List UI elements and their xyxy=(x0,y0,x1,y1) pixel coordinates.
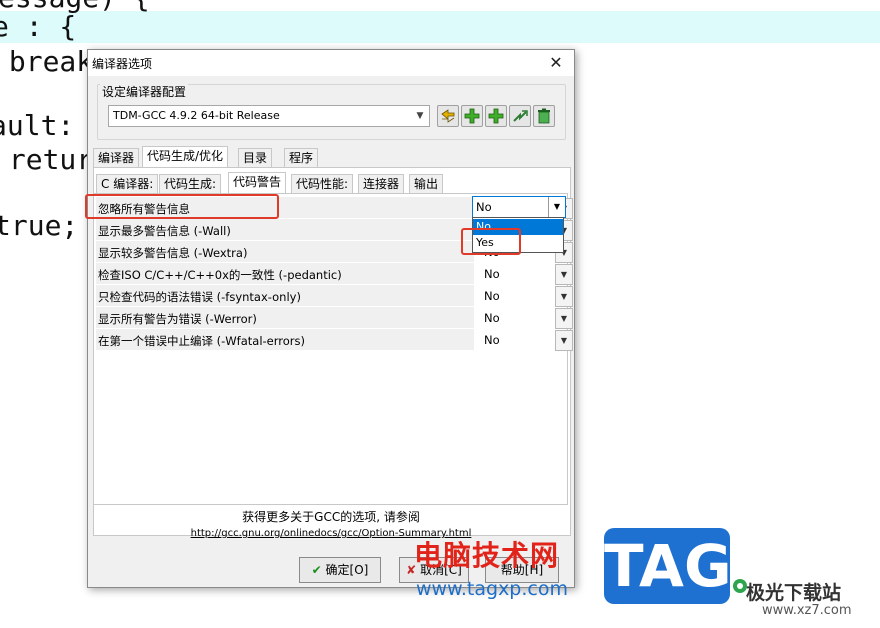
code-line: break xyxy=(0,45,94,78)
code-line: e : { xyxy=(0,10,77,43)
tab-compiler[interactable]: 编译器 xyxy=(93,148,140,168)
add-config-button-2[interactable] xyxy=(485,105,507,127)
subtab-linker[interactable]: 连接器 xyxy=(358,174,405,193)
chevron-down-icon[interactable]: ▼ xyxy=(555,286,573,307)
watermark-url: www.tagxp.com xyxy=(416,578,568,600)
chevron-down-icon[interactable]: ▼ xyxy=(555,308,573,329)
add-icon xyxy=(488,108,504,124)
code-line: true; xyxy=(0,209,79,242)
option-label: 检查ISO C/C++/C++0x的一致性 (-pedantic) xyxy=(98,268,342,282)
option-value[interactable]: No xyxy=(484,333,500,347)
tab-programs[interactable]: 程序 xyxy=(284,148,319,168)
option-value[interactable]: No xyxy=(484,267,500,281)
current-line-highlight xyxy=(0,11,880,43)
code-line: retur xyxy=(0,143,94,176)
subtab-code-warnings[interactable]: 代码警告 xyxy=(228,172,287,193)
compiler-config-select[interactable]: TDM-GCC 4.9.2 64-bit Release ▼ xyxy=(108,105,430,127)
option-value[interactable]: No xyxy=(484,311,500,325)
tab-codegen-optimization[interactable]: 代码生成/优化 xyxy=(142,146,229,168)
ok-button[interactable]: ✔ 确定[O] xyxy=(299,557,381,583)
active-option-value: No xyxy=(476,200,492,214)
chevron-down-icon[interactable]: ▼ xyxy=(548,197,565,217)
annotation-box-yes xyxy=(461,228,521,255)
watermark-cn-title: 电脑技术网 xyxy=(414,539,560,572)
active-option-combo[interactable]: No ▼ xyxy=(472,196,566,218)
config-group-label: 设定编译器配置 xyxy=(100,83,189,100)
code-line: ault: xyxy=(0,109,75,142)
rename-icon xyxy=(441,109,455,123)
option-value[interactable]: No xyxy=(484,289,500,303)
watermark-site-name: 极光下载站 xyxy=(746,582,842,604)
subtab-output[interactable]: 输出 xyxy=(409,174,444,193)
close-button[interactable]: ✕ xyxy=(542,52,570,74)
watermark-site-url: www.xz7.com xyxy=(762,603,852,618)
option-row: 显示所有警告为错误 (-Werror) No ▼ xyxy=(96,307,573,329)
option-label: 显示最多警告信息 (-Wall) xyxy=(98,224,231,238)
subtab-c-compiler[interactable]: C 编译器: xyxy=(96,174,159,193)
compiler-config-value: TDM-GCC 4.9.2 64-bit Release xyxy=(113,109,280,122)
delete-config-button[interactable] xyxy=(533,105,555,127)
subtab-code-generation[interactable]: 代码生成: xyxy=(159,174,222,193)
chevron-down-icon[interactable]: ▼ xyxy=(411,106,429,126)
option-row: 检查ISO C/C++/C++0x的一致性 (-pedantic) No ▼ xyxy=(96,263,573,285)
ok-button-label: 确定[O] xyxy=(325,563,369,577)
title-bar[interactable]: 编译器选项 ✕ xyxy=(88,50,574,76)
tab-directories[interactable]: 目录 xyxy=(238,148,273,168)
add-config-button[interactable] xyxy=(461,105,483,127)
export-icon xyxy=(513,110,528,122)
watermark-tag-logo: TAG xyxy=(604,528,732,604)
export-config-button[interactable] xyxy=(509,105,531,127)
subtab-code-profiling[interactable]: 代码性能: xyxy=(291,174,354,193)
chevron-down-icon[interactable]: ▼ xyxy=(555,264,573,285)
option-row: 只检查代码的语法错误 (-fsyntax-only) No ▼ xyxy=(96,285,573,307)
add-icon xyxy=(464,108,480,124)
option-label: 只检查代码的语法错误 (-fsyntax-only) xyxy=(98,290,301,304)
checkmark-icon: ✔ xyxy=(311,563,322,577)
option-label: 显示所有警告为错误 (-Werror) xyxy=(98,312,257,326)
option-row: 在第一个错误中止编译 (-Wfatal-errors) No ▼ xyxy=(96,329,573,351)
rename-config-button[interactable] xyxy=(437,105,459,127)
chevron-down-icon[interactable]: ▼ xyxy=(555,330,573,351)
dialog-title: 编译器选项 xyxy=(92,57,153,71)
option-label: 在第一个错误中止编译 (-Wfatal-errors) xyxy=(98,334,305,348)
delete-icon xyxy=(538,108,550,124)
option-label: 显示较多警告信息 (-Wextra) xyxy=(98,246,248,260)
compiler-options-dialog: 编译器选项 ✕ 设定编译器配置 TDM-GCC 4.9.2 64-bit Rel… xyxy=(87,49,575,588)
footer-info-text: 获得更多关于GCC的选项, 请参阅 xyxy=(242,510,420,524)
annotation-box-option xyxy=(85,194,279,219)
